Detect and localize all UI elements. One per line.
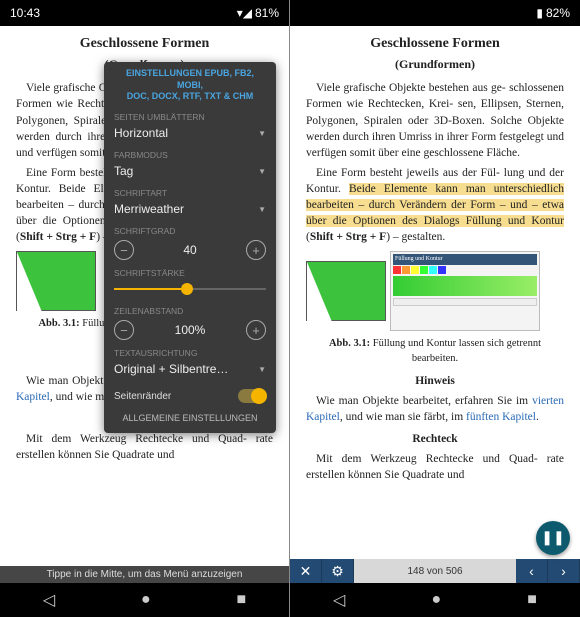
pause-fab[interactable]: ❚❚ xyxy=(536,521,570,555)
heading-rechteck: Rechteck xyxy=(306,431,564,447)
chevron-down-icon: ▼ xyxy=(258,129,266,138)
battery-text: 81% xyxy=(255,6,279,20)
paragraph: Viele grafische Objekte bestehen aus ge-… xyxy=(306,80,564,160)
fontweight-slider[interactable] xyxy=(114,280,266,298)
next-page-button[interactable]: › xyxy=(548,559,580,583)
status-bar: ▮ 82% xyxy=(290,0,580,26)
figure-caption: Abb. 3.1: Füllung und Kontur lassen sich… xyxy=(306,337,564,366)
fill-stroke-dialog: Füllung und Kontur xyxy=(390,251,540,331)
font-select[interactable]: Merriweather▼ xyxy=(114,200,266,220)
android-navbar: ◁ ● ■ xyxy=(290,583,580,617)
gear-icon: ⚙ xyxy=(331,563,344,580)
colormode-label: FARBMODUS xyxy=(114,150,266,160)
textalign-label: TEXTAUSRICHTUNG xyxy=(114,348,266,358)
figure-shape xyxy=(16,251,96,311)
highlighted-text[interactable]: Beide Elemente kann man unterschiedlich … xyxy=(306,183,564,227)
reader-settings-panel[interactable]: EINSTELLUNGEN EPUB, FB2, MOBI,DOC, DOCX,… xyxy=(104,62,276,433)
settings-title: EINSTELLUNGEN EPUB, FB2, MOBI,DOC, DOCX,… xyxy=(104,62,276,109)
fontsize-decrease-button[interactable]: − xyxy=(114,240,134,260)
linespace-value: 100% xyxy=(134,323,246,337)
hint-toast: Tippe in die Mitte, um das Menü anzuzeig… xyxy=(0,566,289,583)
paragraph: Eine Form besteht jeweils aus der Fül- l… xyxy=(306,165,564,245)
fontsize-increase-button[interactable]: + xyxy=(246,240,266,260)
general-settings-button[interactable]: ALLGEMEINE EINSTELLUNGEN xyxy=(104,407,276,429)
settings-button[interactable]: ⚙ xyxy=(322,559,354,583)
paragraph: Wie man Objekte bearbeitet, erfahren Sie… xyxy=(306,393,564,425)
pageturn-label: SEITEN UMBLÄTTERN xyxy=(114,112,266,122)
home-button[interactable]: ● xyxy=(141,591,151,609)
colormode-select[interactable]: Tag▼ xyxy=(114,162,266,182)
margins-label: Seitenränder xyxy=(114,391,171,402)
page-indicator[interactable]: 148 von 506 xyxy=(354,559,516,583)
link-ch5[interactable]: fünften Kapitel xyxy=(466,411,536,423)
heading-hinweis: Hinweis xyxy=(306,373,564,389)
battery-text: 82% xyxy=(546,6,570,20)
figure: Füllung und Kontur xyxy=(306,251,564,331)
fontsize-value: 40 xyxy=(134,243,246,257)
paragraph: Mit dem Werkzeug Rechtecke und Quad- rat… xyxy=(16,431,273,463)
pause-icon: ❚❚ xyxy=(541,530,564,547)
right-screen: ▮ 82% Geschlossene Formen (Grundformen) … xyxy=(290,0,580,617)
margins-toggle[interactable] xyxy=(238,389,266,403)
page-title: Geschlossene Formen xyxy=(16,34,273,54)
chevron-down-icon: ▼ xyxy=(258,205,266,214)
page-content: Geschlossene Formen (Grundformen) Viele … xyxy=(290,26,580,559)
close-button[interactable]: ✕ xyxy=(290,559,322,583)
prev-page-button[interactable]: ‹ xyxy=(516,559,548,583)
figure-shape xyxy=(306,261,386,321)
fontsize-label: SCHRIFTGRAD xyxy=(114,226,266,236)
paragraph: Mit dem Werkzeug Rechtecke und Quad- rat… xyxy=(306,451,564,483)
page-subtitle: (Grundformen) xyxy=(306,56,564,73)
back-button[interactable]: ◁ xyxy=(43,590,55,610)
left-screen: 10:43 ▾◢ 81% Geschlossene Formen (Grundf… xyxy=(0,0,290,617)
status-time: 10:43 xyxy=(10,6,40,20)
wifi-icon: ▾◢ xyxy=(237,6,252,20)
linespace-increase-button[interactable]: + xyxy=(246,320,266,340)
linespace-label: ZEILENABSTAND xyxy=(114,306,266,316)
chevron-down-icon: ▼ xyxy=(258,167,266,176)
chevron-down-icon: ▼ xyxy=(258,365,266,374)
linespace-decrease-button[interactable]: − xyxy=(114,320,134,340)
home-button[interactable]: ● xyxy=(431,591,441,609)
page-title: Geschlossene Formen xyxy=(306,34,564,54)
recent-button[interactable]: ■ xyxy=(236,591,246,609)
textalign-select[interactable]: Original + Silbentre…▼ xyxy=(114,360,266,380)
chevron-right-icon: › xyxy=(561,563,566,579)
font-label: SCHRIFTART xyxy=(114,188,266,198)
status-bar: 10:43 ▾◢ 81% xyxy=(0,0,289,26)
back-button[interactable]: ◁ xyxy=(333,590,345,610)
pageturn-select[interactable]: Horizontal▼ xyxy=(114,124,266,144)
recent-button[interactable]: ■ xyxy=(527,591,537,609)
fontweight-label: SCHRIFTSTÄRKE xyxy=(114,268,266,278)
reader-toolbar: ✕ ⚙ 148 von 506 ‹ › xyxy=(290,559,580,583)
android-navbar: ◁ ● ■ xyxy=(0,583,289,617)
chevron-left-icon: ‹ xyxy=(529,563,534,579)
battery-icon: ▮ xyxy=(536,6,543,20)
